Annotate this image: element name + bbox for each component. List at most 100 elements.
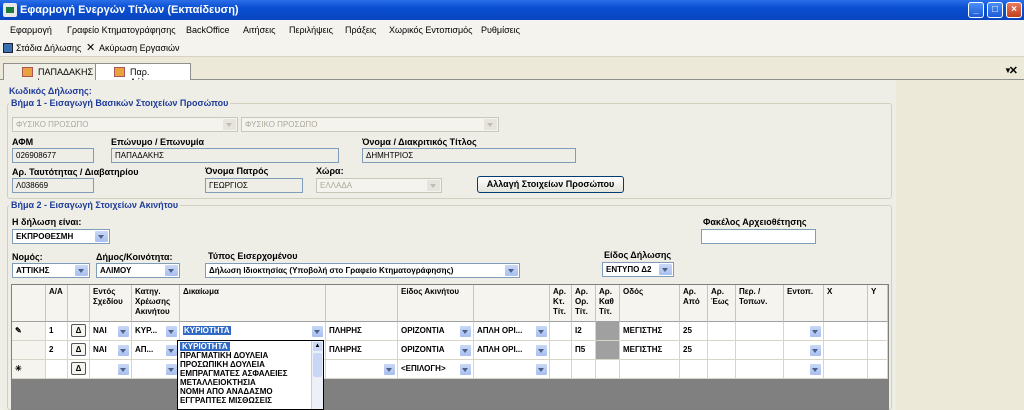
row-property-type[interactable]: ΟΡΙΖΟΝΤΙΑ: [398, 322, 474, 341]
right-dropdown-list[interactable]: ΚΥΡΙΟΤΗΤΑ ΠΡΑΓΜΑΤΙΚΗ ΔΟΥΛΕΙΑ ΠΡΟΣΩΠΙΚΗ Δ…: [177, 340, 324, 410]
row-or-title[interactable]: Π5: [572, 341, 596, 360]
dropdown-item[interactable]: ΝΟΜΗ ΑΠΟ ΑΝΑΔΑΣΜΟ: [180, 387, 273, 396]
scroll-up-icon[interactable]: ▲: [313, 342, 322, 351]
new-row-from[interactable]: [680, 360, 708, 379]
row-charge-category[interactable]: ΚΥΡ...: [132, 322, 180, 341]
row-x[interactable]: [824, 322, 868, 341]
document-icon: [114, 67, 125, 77]
row-street[interactable]: ΜΕΓΙΣΤΗΣ: [620, 322, 680, 341]
menu-summaries[interactable]: Περιλήψεις: [289, 25, 333, 35]
row-detail-button[interactable]: Δ: [71, 324, 86, 337]
minimize-button[interactable]: _: [968, 2, 984, 18]
dropdown-item[interactable]: ΕΓΓΡΑΠΤΕΣ ΜΙΣΘΩΣΕΙΣ: [180, 396, 272, 405]
row-detail-button[interactable]: Δ: [71, 343, 86, 356]
new-row-full-partial[interactable]: [326, 360, 398, 379]
afm-label: ΑΦΜ: [12, 137, 34, 147]
archive-folder-field[interactable]: [701, 229, 816, 244]
menu-registry-office[interactable]: Γραφείο Κτηματογράφησης: [67, 25, 176, 35]
document-icon: [22, 67, 33, 77]
father-name-field[interactable]: ΓΕΩΡΓΙΟΣ: [205, 178, 303, 193]
grid-header-y: Y: [868, 285, 888, 322]
dropdown-scrollbar[interactable]: ▲: [311, 341, 323, 409]
row-right-select[interactable]: ΚΥΡΙΟΤΗΤΑ: [180, 322, 326, 341]
row-y[interactable]: [868, 322, 888, 341]
dropdown-item[interactable]: ΜΕΤΑΛΛΕΙΟΚΤΗΣΙΑ: [180, 378, 256, 387]
row-in-plan[interactable]: ΝΑΙ: [90, 322, 132, 341]
declaration-status-select[interactable]: ΕΚΠΡΟΘΕΣΜΗ: [12, 229, 110, 244]
new-row-y[interactable]: [868, 360, 888, 379]
row-x[interactable]: [824, 341, 868, 360]
new-row-marker: ✳: [12, 360, 46, 379]
row-charge-category[interactable]: ΑΠ...: [132, 341, 180, 360]
menu-settings[interactable]: Ρυθμίσεις: [481, 25, 520, 35]
country-select[interactable]: ΕΛΛΑΔΑ: [316, 178, 442, 193]
change-person-button[interactable]: Αλλαγή Στοιχείων Προσώπου: [477, 176, 624, 193]
menu-backoffice[interactable]: BackOffice: [186, 25, 229, 35]
new-row-locate[interactable]: [784, 360, 824, 379]
row-or-title[interactable]: Ι2: [572, 322, 596, 341]
row-from[interactable]: 25: [680, 341, 708, 360]
id-field[interactable]: Λ038669: [12, 178, 94, 193]
dropdown-item[interactable]: ΠΡΟΣΩΠΙΚΗ ΔΟΥΛΕΙΑ: [180, 360, 265, 369]
municipality-select[interactable]: ΑΛΙΜΟΥ: [96, 263, 180, 278]
prefecture-select[interactable]: ΑΤΤΙΚΗΣ: [12, 263, 90, 278]
row-locate[interactable]: [784, 322, 824, 341]
steps-button[interactable]: Στάδια Δήλωσης: [16, 43, 81, 53]
chevron-down-icon[interactable]: ▼: [1004, 66, 1012, 75]
cancel-icon: ✕: [86, 42, 96, 54]
dropdown-item[interactable]: ΠΡΑΓΜΑΤΙΚΗ ΔΟΥΛΕΙΑ: [180, 351, 268, 360]
new-row-kt[interactable]: [550, 360, 572, 379]
close-window-button[interactable]: ×: [1006, 2, 1022, 18]
person-type-select-2[interactable]: ΦΥΣΙΚΟ ΠΡΟΣΩΠΟ: [241, 117, 499, 132]
row-street[interactable]: ΜΕΓΙΣΤΗΣ: [620, 341, 680, 360]
new-row-to[interactable]: [708, 360, 736, 379]
menu-applications[interactable]: Αιτήσεις: [243, 25, 275, 35]
new-row-kath[interactable]: [596, 360, 620, 379]
tab-papadakis[interactable]: ΠΑΠΑΔΑΚΗΣ \: [3, 63, 103, 87]
row-locate[interactable]: [784, 341, 824, 360]
declaration-form-type-select[interactable]: ΕΝΤΥΠΟ Δ2: [602, 262, 674, 277]
maximize-button[interactable]: □: [987, 2, 1003, 18]
new-row-or[interactable]: [572, 360, 596, 379]
dropdown-item[interactable]: ΚΥΡΙΟΤΗΤΑ: [180, 342, 230, 351]
row-y[interactable]: [868, 341, 888, 360]
name-label: Όνομα / Διακριτικός Τίτλος: [362, 137, 477, 147]
new-row-property-subtype[interactable]: [474, 360, 550, 379]
dropdown-item[interactable]: ΕΜΠΡΑΓΜΑΤΕΣ ΑΣΦΑΛΕΙΕΣ: [180, 369, 288, 378]
submission-type-select[interactable]: Δήλωση Ιδιοκτησίας (Υποβολή στο Γραφείο …: [205, 263, 520, 278]
row-property-subtype[interactable]: ΑΠΛΗ ΟΡΙ...: [474, 341, 550, 360]
surname-field[interactable]: ΠΑΠΑΔΑΚΗΣ: [111, 148, 339, 163]
menu-spatial-location[interactable]: Χωρικός Εντοπισμός: [389, 25, 472, 35]
row-from[interactable]: 25: [680, 322, 708, 341]
person-type-select[interactable]: ΦΥΣΙΚΟ ΠΡΟΣΩΠΟ: [12, 117, 238, 132]
row-full-partial[interactable]: ΠΛΗΡΗΣ: [326, 341, 398, 360]
row-area[interactable]: [736, 341, 784, 360]
row-area[interactable]: [736, 322, 784, 341]
grid-header-aa: Α/Α: [46, 285, 68, 322]
cancel-tasks-button[interactable]: Ακύρωση Εργασιών: [99, 43, 180, 53]
new-row-x[interactable]: [824, 360, 868, 379]
tab-declaration[interactable]: Παρ. Δήλωσης: [95, 63, 191, 87]
new-row-charge-category[interactable]: [132, 360, 180, 379]
row-full-partial[interactable]: ΠΛΗΡΗΣ: [326, 322, 398, 341]
row-aa: 1: [46, 322, 68, 341]
row-to[interactable]: [708, 322, 736, 341]
name-field[interactable]: ΔΗΜΗΤΡΙΟΣ: [362, 148, 576, 163]
grid-header-charge-category: Κατηγ. Χρέωσης Ακινήτου: [132, 285, 180, 322]
row-kt-title[interactable]: [550, 341, 572, 360]
menu-application[interactable]: Εφαρμογή: [10, 25, 52, 35]
scroll-thumb[interactable]: [313, 353, 322, 377]
row-in-plan[interactable]: ΝΑΙ: [90, 341, 132, 360]
new-row-in-plan[interactable]: [90, 360, 132, 379]
row-kt-title[interactable]: [550, 322, 572, 341]
new-row-street[interactable]: [620, 360, 680, 379]
row-property-type[interactable]: ΟΡΙΖΟΝΤΙΑ: [398, 341, 474, 360]
row-to[interactable]: [708, 341, 736, 360]
new-row-property-type[interactable]: <ΕΠΙΛΟΓΗ>: [398, 360, 474, 379]
new-row-detail-button[interactable]: Δ: [71, 362, 86, 375]
step2-title: Βήμα 2 - Εισαγωγή Στοιχείων Ακινήτου: [9, 200, 181, 210]
menu-acts[interactable]: Πράξεις: [345, 25, 376, 35]
new-row-area[interactable]: [736, 360, 784, 379]
afm-field[interactable]: 026908677: [12, 148, 94, 163]
row-property-subtype[interactable]: ΑΠΛΗ ΟΡΙ...: [474, 322, 550, 341]
